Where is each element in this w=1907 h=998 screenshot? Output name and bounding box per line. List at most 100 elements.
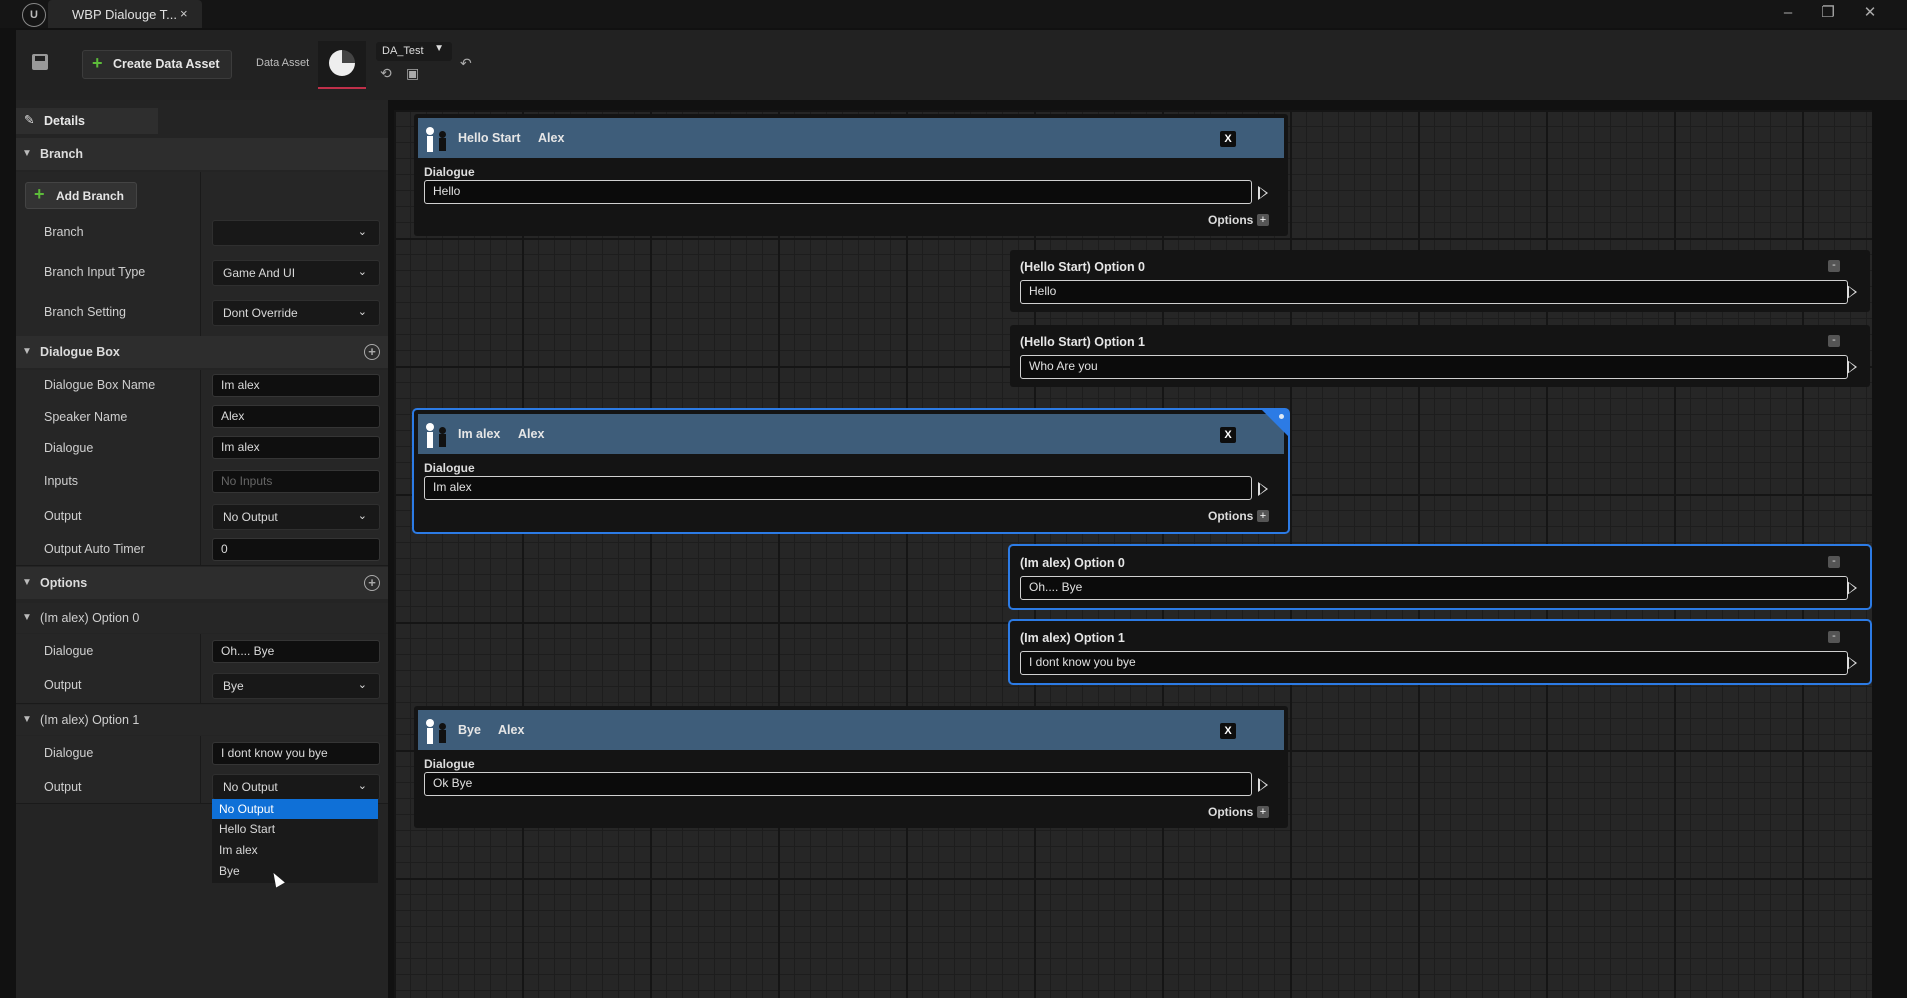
- option-text-value: Who Are you: [1029, 359, 1098, 373]
- dropdown-item-im-alex[interactable]: Im alex: [212, 840, 378, 860]
- dropdown-item-bye[interactable]: Bye: [212, 861, 378, 881]
- option-node-im-alex-0[interactable]: (Im alex) Option 0 - Oh.... Bye: [1010, 546, 1870, 608]
- option-1-output-combo[interactable]: No Output ⌄: [212, 774, 380, 800]
- node-title: Hello Start: [458, 131, 521, 145]
- speaker-icon: [426, 127, 450, 152]
- document-tab[interactable]: WBP Dialouge T... ×: [48, 0, 202, 28]
- add-circle-icon[interactable]: +: [364, 575, 380, 591]
- close-node-button[interactable]: X: [1220, 427, 1236, 443]
- speaker-icon: [426, 719, 450, 744]
- option-text-value: I dont know you bye: [1029, 655, 1136, 669]
- save-icon[interactable]: [32, 54, 48, 70]
- collapse-option-button[interactable]: -: [1828, 631, 1840, 643]
- dropdown-item-hello-start[interactable]: Hello Start: [212, 819, 378, 839]
- node-speaker: Alex: [498, 723, 525, 737]
- details-tab[interactable]: ✎ Details: [16, 108, 158, 134]
- option-node-title: (Hello Start) Option 0: [1020, 260, 1145, 274]
- add-option-button[interactable]: +: [1257, 510, 1269, 522]
- branch-combo[interactable]: ⌄: [212, 220, 380, 246]
- dropdown-item-no-output[interactable]: No Output: [212, 799, 378, 819]
- dialogue-node-im-alex[interactable]: Im alex Alex X Dialogue Im alex Options …: [414, 410, 1288, 532]
- minimize-button[interactable]: –: [1770, 2, 1806, 24]
- inputs-field[interactable]: No Inputs: [212, 470, 380, 493]
- branch-section-header[interactable]: ▼ Branch: [16, 138, 388, 170]
- collapse-option-button[interactable]: -: [1828, 335, 1840, 347]
- node-header[interactable]: Hello Start Alex X: [418, 118, 1284, 158]
- branch-input-type-combo[interactable]: Game And UI ⌄: [212, 260, 380, 286]
- option-0-dialogue-field[interactable]: Oh.... Bye: [212, 640, 380, 663]
- expand-arrow-icon: ▼: [22, 577, 32, 588]
- option-1-header[interactable]: ▼ (Im alex) Option 1: [16, 705, 388, 735]
- option-0-header[interactable]: ▼ (Im alex) Option 0: [16, 603, 388, 633]
- title-bar: [0, 0, 1907, 28]
- reset-arrow-icon[interactable]: ↶: [460, 55, 472, 72]
- collapse-option-button[interactable]: -: [1828, 260, 1840, 272]
- add-circle-icon[interactable]: +: [364, 344, 380, 360]
- close-node-button[interactable]: X: [1220, 723, 1236, 739]
- node-dialogue-field[interactable]: Im alex: [424, 476, 1252, 500]
- close-window-button[interactable]: ✕: [1852, 2, 1888, 24]
- add-option-button[interactable]: +: [1257, 214, 1269, 226]
- asset-thumbnail[interactable]: [318, 41, 366, 89]
- selection-corner-marker: [1262, 410, 1288, 436]
- node-header[interactable]: Bye Alex X: [418, 710, 1284, 750]
- browse-folder-icon[interactable]: ▣: [406, 65, 419, 82]
- output-pin-icon[interactable]: [1258, 186, 1268, 200]
- data-asset-combo[interactable]: DA_Test ▼: [376, 42, 452, 61]
- option-1-dialogue-field[interactable]: I dont know you bye: [212, 742, 380, 765]
- dialogue-box-section-header[interactable]: ▼ Dialogue Box +: [16, 336, 388, 368]
- node-header[interactable]: Im alex Alex X: [418, 414, 1284, 454]
- option-node-hello-start-0[interactable]: (Hello Start) Option 0 - Hello: [1010, 250, 1870, 312]
- option-text-field[interactable]: I dont know you bye: [1020, 651, 1848, 675]
- branch-setting-combo[interactable]: Dont Override ⌄: [212, 300, 380, 326]
- options-section-header[interactable]: ▼ Options +: [16, 567, 388, 599]
- dropdown-item-label: Hello Start: [219, 822, 276, 836]
- collapse-option-button[interactable]: -: [1828, 556, 1840, 568]
- option-node-im-alex-1[interactable]: (Im alex) Option 1 - I dont know you bye: [1010, 621, 1870, 683]
- dialogue-node-hello-start[interactable]: Hello Start Alex X Dialogue Hello Option…: [414, 114, 1288, 236]
- output-pin-icon[interactable]: [1847, 285, 1857, 299]
- option-1-output-value: No Output: [223, 780, 278, 794]
- output-label: Output: [44, 509, 82, 523]
- option-0-output-combo[interactable]: Bye ⌄: [212, 673, 380, 699]
- output-auto-timer-field[interactable]: 0: [212, 538, 380, 561]
- option-node-hello-start-1[interactable]: (Hello Start) Option 1 - Who Are you: [1010, 325, 1870, 387]
- node-dialogue-field[interactable]: Hello: [424, 180, 1252, 204]
- chevron-down-icon: ⌄: [357, 510, 367, 522]
- node-dialogue-field[interactable]: Ok Bye: [424, 772, 1252, 796]
- close-tab-icon[interactable]: ×: [180, 6, 188, 21]
- output-pin-icon[interactable]: [1847, 656, 1857, 670]
- node-dialogue-label: Dialogue: [424, 461, 475, 475]
- node-speaker: Alex: [538, 131, 565, 145]
- node-options-label: Options: [1208, 509, 1254, 523]
- output-combo[interactable]: No Output ⌄: [212, 504, 380, 530]
- dialogue-box-name-field[interactable]: Im alex: [212, 374, 380, 397]
- option-1-dialogue-label: Dialogue: [44, 746, 94, 760]
- output-pin-icon[interactable]: [1847, 581, 1857, 595]
- output-pin-icon[interactable]: [1258, 778, 1268, 792]
- node-title: Im alex: [458, 427, 501, 441]
- expand-arrow-icon: ▼: [22, 612, 32, 623]
- option-text-field[interactable]: Who Are you: [1020, 355, 1848, 379]
- dialogue-node-bye[interactable]: Bye Alex X Dialogue Ok Bye Options +: [414, 706, 1288, 828]
- speaker-name-field[interactable]: Alex: [212, 405, 380, 428]
- restore-button[interactable]: ❐: [1810, 2, 1846, 24]
- speaker-name-value: Alex: [221, 409, 245, 423]
- option-text-field[interactable]: Hello: [1020, 280, 1848, 304]
- option-text-field[interactable]: Oh.... Bye: [1020, 576, 1848, 600]
- add-branch-button[interactable]: + Add Branch: [25, 182, 137, 209]
- chevron-down-icon: ▼: [434, 43, 444, 54]
- document-tab-label: WBP Dialouge T...: [72, 7, 178, 22]
- output-pin-icon[interactable]: [1847, 360, 1857, 374]
- dialogue-field[interactable]: Im alex: [212, 436, 380, 459]
- create-data-asset-button[interactable]: + Create Data Asset: [82, 50, 232, 79]
- option-0-dialogue-value: Oh.... Bye: [221, 644, 275, 658]
- output-pin-icon[interactable]: [1258, 482, 1268, 496]
- expand-arrow-icon: ▼: [22, 148, 32, 159]
- browse-to-asset-icon[interactable]: ⟲: [380, 65, 392, 82]
- node-dialogue-value: Im alex: [433, 480, 472, 494]
- add-option-button[interactable]: +: [1257, 806, 1269, 818]
- option-1-output-label: Output: [44, 780, 82, 794]
- options-section-title: Options: [40, 576, 88, 590]
- close-node-button[interactable]: X: [1220, 131, 1236, 147]
